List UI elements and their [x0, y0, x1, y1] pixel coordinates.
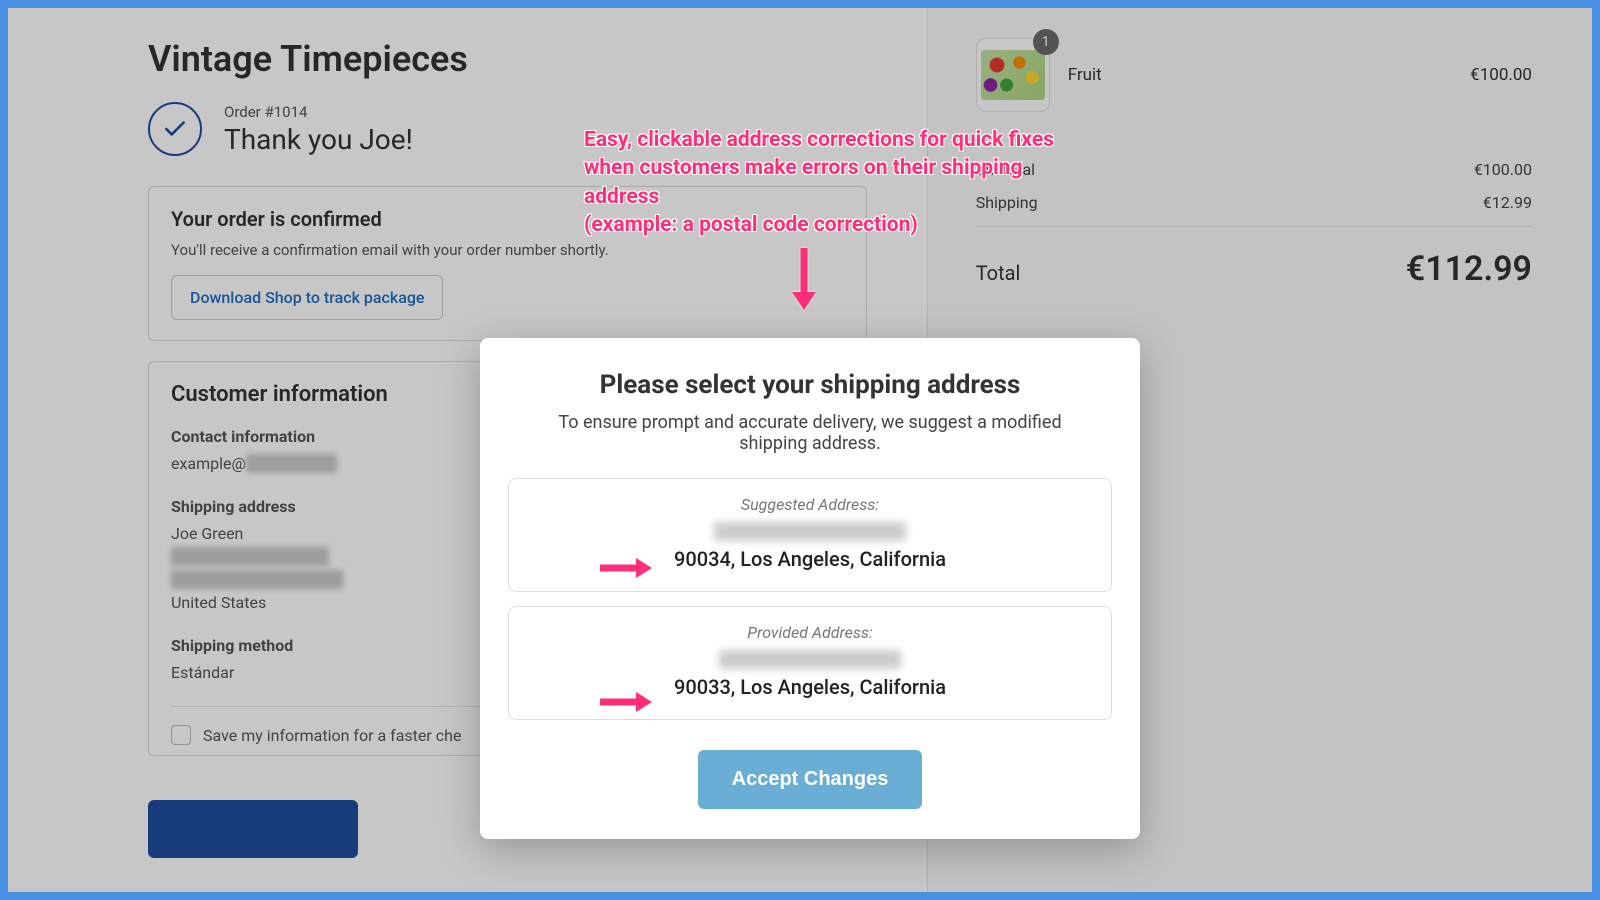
modal-description: To ensure prompt and accurate delivery, …	[538, 412, 1082, 454]
suggested-address-option[interactable]: Suggested Address: XXXX X XXXXXXXXXX XXX…	[508, 478, 1112, 592]
address-correction-modal: Please select your shipping address To e…	[480, 338, 1140, 839]
provided-address-label: Provided Address:	[529, 623, 1091, 642]
redacted-text: XXXX X XXXXXXXX XXXX	[719, 650, 901, 669]
suggested-address-label: Suggested Address:	[529, 495, 1091, 514]
accept-changes-button[interactable]: Accept Changes	[698, 750, 923, 809]
provided-address-city: 90033, Los Angeles, California	[529, 675, 1091, 699]
redacted-text: XXXX X XXXXXXXXXX XXX	[714, 522, 906, 541]
modal-title: Please select your shipping address	[508, 370, 1112, 400]
suggested-address-city: 90034, Los Angeles, California	[529, 547, 1091, 571]
provided-address-option[interactable]: Provided Address: XXXX X XXXXXXXX XXXX 9…	[508, 606, 1112, 720]
